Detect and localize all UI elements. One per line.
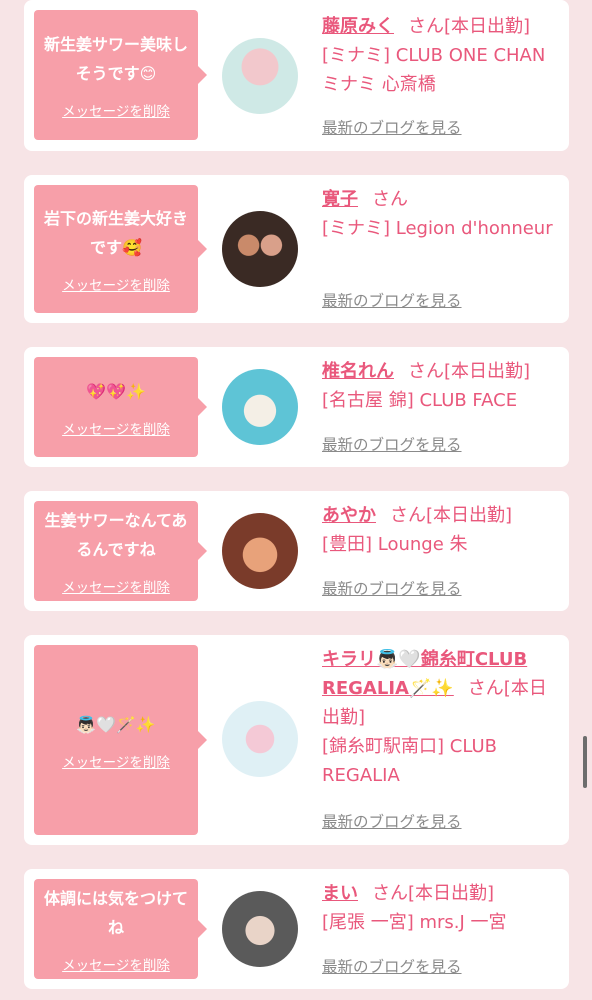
cast-info: 寛子 さん [ミナミ] Legion d'honneur (322, 185, 558, 243)
honorific-label: さん (408, 16, 444, 37)
message-text: 新生姜サワー美味しそうです😊 (44, 35, 189, 83)
message-bubble: 👼🏻🤍🪄✨ メッセージを削除 (34, 645, 207, 835)
message-text: 生姜サワーなんてあるんですね (44, 511, 188, 559)
message-text: 💖💖✨ (86, 381, 146, 401)
message-bubble: 岩下の新生姜大好きです🥰 メッセージを削除 (34, 185, 207, 313)
cast-name-link[interactable]: 椎名れん (322, 361, 394, 382)
message-card: 岩下の新生姜大好きです🥰 メッセージを削除 寛子 さん [ミナミ] Legion … (24, 175, 569, 323)
message-bubble: 生姜サワーなんてあるんですね メッセージを削除 (34, 501, 207, 601)
shop-location: [名古屋 錦] CLUB FACE (322, 390, 518, 411)
shop-location: [ミナミ] Legion d'honneur (322, 218, 553, 239)
status-badge: [本日出勤] (444, 16, 531, 37)
latest-blog-link[interactable]: 最新のブログを見る (322, 955, 462, 977)
cast-name-link[interactable]: まい (322, 883, 358, 904)
delete-message-link[interactable]: メッセージを削除 (62, 100, 170, 120)
message-text: 体調には気をつけてね (44, 889, 189, 937)
cast-name-link[interactable]: 藤原みく (322, 16, 394, 37)
message-bubble: 新生姜サワー美味しそうです😊 メッセージを削除 (34, 10, 207, 140)
message-card: 体調には気をつけてね メッセージを削除 まい さん[本日出勤] [尾張 一宮] m… (24, 869, 569, 989)
scrollbar[interactable] (583, 736, 587, 788)
latest-blog-link[interactable]: 最新のブログを見る (322, 116, 462, 138)
honorific-label: さん (467, 678, 504, 699)
latest-blog-link[interactable]: 最新のブログを見る (322, 289, 462, 311)
delete-message-link[interactable]: メッセージを削除 (62, 274, 170, 294)
message-card: 新生姜サワー美味しそうです😊 メッセージを削除 藤原みく さん[本日出勤] [ミナ… (24, 0, 569, 151)
message-text: 岩下の新生姜大好きです🥰 (44, 209, 189, 257)
cast-info: あやか さん[本日出勤] [豊田] Lounge 朱 (322, 501, 558, 559)
status-badge: [本日出勤] (426, 505, 513, 526)
message-bubble: 💖💖✨ メッセージを削除 (34, 357, 207, 457)
avatar[interactable] (222, 701, 298, 777)
honorific-label: さん (372, 883, 408, 904)
message-card: 👼🏻🤍🪄✨ メッセージを削除 キラリ👼🏻🤍錦糸町CLUB REGALIA🪄✨ さん… (24, 635, 569, 845)
avatar[interactable] (222, 891, 298, 967)
shop-location: [尾張 一宮] mrs.J 一宮 (322, 912, 507, 933)
latest-blog-link[interactable]: 最新のブログを見る (322, 433, 462, 455)
shop-location: [錦糸町駅南口] CLUB REGALIA (322, 736, 497, 786)
latest-blog-link[interactable]: 最新のブログを見る (322, 577, 462, 599)
honorific-label: さん (372, 189, 408, 210)
status-badge: [本日出勤] (408, 883, 495, 904)
status-badge: [本日出勤] (444, 361, 531, 382)
cast-name-link[interactable]: あやか (322, 505, 376, 526)
delete-message-link[interactable]: メッセージを削除 (62, 751, 170, 771)
message-bubble: 体調には気をつけてね メッセージを削除 (34, 879, 207, 979)
shop-location: [ミナミ] CLUB ONE CHAN ミナミ 心斎橋 (322, 45, 546, 95)
honorific-label: さん (408, 361, 444, 382)
cast-info: まい さん[本日出勤] [尾張 一宮] mrs.J 一宮 (322, 879, 558, 937)
cast-info: 藤原みく さん[本日出勤] [ミナミ] CLUB ONE CHAN ミナミ 心斎橋 (322, 12, 558, 99)
avatar[interactable] (222, 513, 298, 589)
delete-message-link[interactable]: メッセージを削除 (62, 576, 170, 596)
avatar[interactable] (222, 38, 298, 114)
shop-location: [豊田] Lounge 朱 (322, 534, 468, 555)
honorific-label: さん (390, 505, 426, 526)
delete-message-link[interactable]: メッセージを削除 (62, 418, 170, 438)
avatar[interactable] (222, 369, 298, 445)
delete-message-link[interactable]: メッセージを削除 (62, 954, 170, 974)
cast-info: 椎名れん さん[本日出勤] [名古屋 錦] CLUB FACE (322, 357, 558, 415)
message-card: 💖💖✨ メッセージを削除 椎名れん さん[本日出勤] [名古屋 錦] CLUB F… (24, 347, 569, 467)
latest-blog-link[interactable]: 最新のブログを見る (322, 810, 462, 832)
message-text: 👼🏻🤍🪄✨ (76, 714, 156, 734)
message-card: 生姜サワーなんてあるんですね メッセージを削除 あやか さん[本日出勤] [豊田]… (24, 491, 569, 611)
avatar[interactable] (222, 211, 298, 287)
cast-name-link[interactable]: 寛子 (322, 189, 358, 210)
cast-info: キラリ👼🏻🤍錦糸町CLUB REGALIA🪄✨ さん[本日出勤] [錦糸町駅南口]… (322, 645, 558, 790)
